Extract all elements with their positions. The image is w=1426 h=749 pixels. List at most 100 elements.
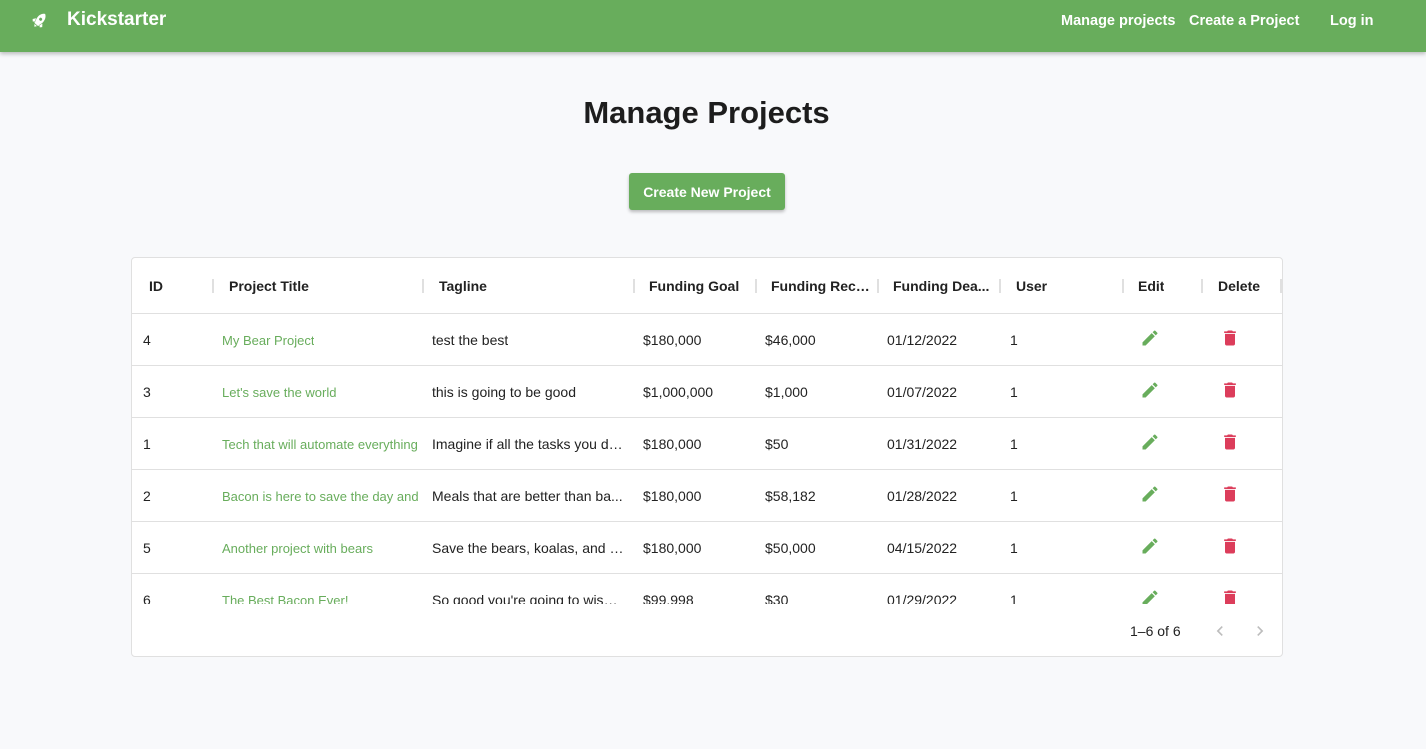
- cell-user: 1: [1010, 592, 1018, 604]
- nav-manage-projects[interactable]: Manage projects: [1061, 13, 1175, 29]
- cell-project-title-link[interactable]: Another project with bears: [222, 522, 423, 574]
- table-row[interactable]: 2 Bacon is here to save the day and Meal…: [132, 470, 1282, 522]
- cell-project-title-link[interactable]: Bacon is here to save the day and: [222, 470, 423, 522]
- column-separator[interactable]: [999, 279, 1001, 293]
- cell-tagline: Save the bears, koalas, and pu...: [432, 540, 624, 556]
- cell-tagline: Imagine if all the tasks you do...: [432, 436, 624, 452]
- cell-edit: [1140, 522, 1170, 574]
- column-header-funding-goal[interactable]: Funding Goal: [649, 258, 749, 314]
- cell-id: 1: [143, 436, 151, 452]
- table-row[interactable]: 3 Let's save the world this is going to …: [132, 366, 1282, 418]
- cell-user: 1: [1010, 384, 1018, 400]
- cell-edit: [1140, 470, 1170, 522]
- table-body: 4 My Bear Project test the best $180,000…: [132, 314, 1282, 604]
- cell-delete: [1220, 418, 1250, 470]
- cell-project-title-link[interactable]: Tech that will automate everything: [222, 418, 423, 470]
- brand-name: Kickstarter: [67, 9, 167, 30]
- column-header-id[interactable]: ID: [149, 258, 209, 314]
- cell-edit: [1140, 366, 1170, 418]
- column-separator[interactable]: [1201, 279, 1203, 293]
- cell-project-title-link[interactable]: Let's save the world: [222, 366, 423, 418]
- column-header-tagline[interactable]: Tagline: [439, 258, 629, 314]
- delete-trash-icon[interactable]: [1220, 432, 1244, 456]
- pagination-info: 1–6 of 6: [1130, 623, 1181, 639]
- cell-funding-goal: $180,000: [643, 436, 702, 452]
- column-header-edit[interactable]: Edit: [1138, 258, 1198, 314]
- edit-pencil-icon[interactable]: [1140, 484, 1164, 508]
- column-separator[interactable]: [1122, 279, 1124, 293]
- table-footer: 1–6 of 6: [132, 604, 1282, 656]
- cell-id: 4: [143, 332, 151, 348]
- brand-link[interactable]: Kickstarter: [30, 0, 166, 40]
- column-header-user[interactable]: User: [1016, 258, 1116, 314]
- navbar: Kickstarter Manage projects Create a Pro…: [0, 0, 1426, 52]
- cell-id: 5: [143, 540, 151, 556]
- delete-trash-icon[interactable]: [1220, 588, 1244, 604]
- cell-user: 1: [1010, 436, 1018, 452]
- cell-funding-received: $1,000: [765, 384, 808, 400]
- cell-id: 2: [143, 488, 151, 504]
- column-separator[interactable]: [1280, 279, 1282, 293]
- cell-funding-deadline: 01/29/2022: [887, 592, 958, 604]
- cell-id: 3: [143, 384, 151, 400]
- delete-trash-icon[interactable]: [1220, 380, 1244, 404]
- edit-pencil-icon[interactable]: [1140, 536, 1164, 560]
- table-row[interactable]: 1 Tech that will automate everything Ima…: [132, 418, 1282, 470]
- cell-funding-goal: $180,000: [643, 540, 702, 556]
- cell-funding-received: $58,182: [765, 488, 816, 504]
- cell-funding-goal: $180,000: [643, 332, 702, 348]
- table-row[interactable]: 6 The Best Bacon Ever! So good you're go…: [132, 574, 1282, 604]
- edit-pencil-icon[interactable]: [1140, 588, 1164, 604]
- column-separator[interactable]: [422, 279, 424, 293]
- previous-page-chevron-left-icon[interactable]: [1208, 619, 1232, 643]
- cell-funding-deadline: 01/28/2022: [887, 488, 958, 504]
- cell-delete: [1220, 522, 1250, 574]
- edit-pencil-icon[interactable]: [1140, 328, 1164, 352]
- delete-trash-icon[interactable]: [1220, 536, 1244, 560]
- table-header: ID Project Title Tagline Funding Goal Fu…: [132, 258, 1282, 314]
- cell-funding-deadline: 01/31/2022: [887, 436, 958, 452]
- delete-trash-icon[interactable]: [1220, 328, 1244, 352]
- cell-funding-received: $50,000: [765, 540, 816, 556]
- cell-tagline: this is going to be good: [432, 384, 576, 400]
- cell-delete: [1220, 574, 1250, 604]
- cell-delete: [1220, 314, 1250, 366]
- column-separator[interactable]: [633, 279, 635, 293]
- cell-tagline: test the best: [432, 332, 509, 348]
- column-header-funding-deadline[interactable]: Funding Dea...: [893, 258, 993, 314]
- nav-create-project[interactable]: Create a Project: [1189, 13, 1299, 29]
- table-row[interactable]: 5 Another project with bears Save the be…: [132, 522, 1282, 574]
- column-separator[interactable]: [877, 279, 879, 293]
- page-title: Manage Projects: [583, 95, 830, 130]
- column-separator[interactable]: [755, 279, 757, 293]
- cell-funding-goal: $180,000: [643, 488, 702, 504]
- cell-project-title-link[interactable]: The Best Bacon Ever!: [222, 574, 423, 605]
- create-new-project-button[interactable]: Create New Project: [629, 173, 785, 210]
- delete-trash-icon[interactable]: [1220, 484, 1244, 508]
- cell-funding-received: $46,000: [765, 332, 816, 348]
- cell-tagline: So good you're going to wish ...: [432, 592, 624, 604]
- cell-funding-deadline: 04/15/2022: [887, 540, 958, 556]
- cell-user: 1: [1010, 540, 1018, 556]
- cell-project-title-link[interactable]: My Bear Project: [222, 314, 423, 366]
- cell-funding-deadline: 01/07/2022: [887, 384, 958, 400]
- cell-id: 6: [143, 592, 151, 604]
- column-header-project-title[interactable]: Project Title: [229, 258, 419, 314]
- edit-pencil-icon[interactable]: [1140, 380, 1164, 404]
- cell-delete: [1220, 366, 1250, 418]
- cell-edit: [1140, 574, 1170, 604]
- cell-user: 1: [1010, 332, 1018, 348]
- cell-funding-goal: $1,000,000: [643, 384, 714, 400]
- column-header-funding-received[interactable]: Funding Rece...: [771, 258, 871, 314]
- column-separator[interactable]: [212, 279, 214, 293]
- cell-delete: [1220, 470, 1250, 522]
- nav-log-in[interactable]: Log in: [1330, 13, 1374, 29]
- table-row[interactable]: 4 My Bear Project test the best $180,000…: [132, 314, 1282, 366]
- edit-pencil-icon[interactable]: [1140, 432, 1164, 456]
- next-page-chevron-right-icon[interactable]: [1248, 619, 1272, 643]
- rocket-icon: [30, 10, 50, 30]
- cell-edit: [1140, 418, 1170, 470]
- cell-funding-received: $30: [765, 592, 789, 604]
- column-header-delete[interactable]: Delete: [1218, 258, 1278, 314]
- cell-edit: [1140, 314, 1170, 366]
